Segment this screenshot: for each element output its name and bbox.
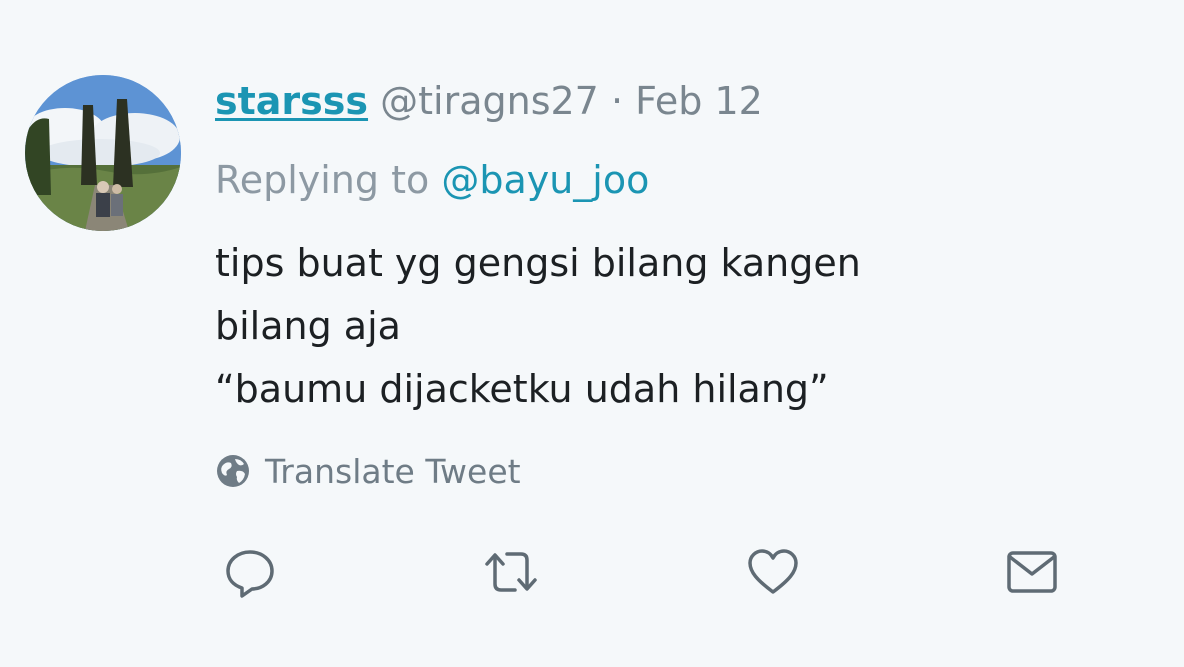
retweet-button[interactable] — [481, 542, 541, 602]
translate-label: Translate Tweet — [265, 451, 521, 491]
reply-to-handle[interactable]: @bayu_joo — [441, 158, 649, 202]
retweet-icon — [485, 552, 537, 592]
heart-icon — [748, 549, 798, 594]
translate-tweet-link[interactable]: Translate Tweet — [215, 447, 521, 495]
avatar-photo — [25, 75, 181, 231]
tweet-text: tips buat yg gengsi bilang kangen bilang… — [215, 232, 861, 421]
tweet-text-line: tips buat yg gengsi bilang kangen — [215, 241, 861, 285]
reply-icon — [226, 550, 274, 598]
tweet-header: starsss @tiragns27 · Feb 12 — [215, 76, 763, 126]
replying-to: Replying to @bayu_joo — [215, 155, 649, 205]
like-button[interactable] — [743, 542, 803, 602]
user-handle[interactable]: @tiragns27 — [380, 79, 599, 123]
reply-button[interactable] — [220, 542, 280, 602]
avatar[interactable] — [25, 75, 181, 231]
separator: · — [610, 79, 624, 123]
tweet-text-line: bilang aja — [215, 304, 401, 348]
envelope-icon — [1007, 551, 1057, 593]
direct-message-button[interactable] — [1002, 542, 1062, 602]
globe-icon — [217, 455, 249, 487]
tweet-card: starsss @tiragns27 · Feb 12 Replying to … — [0, 0, 1184, 667]
tweet-date[interactable]: Feb 12 — [635, 79, 763, 123]
replying-label: Replying to — [215, 158, 430, 202]
tweet-text-line: “baumu dijacketku udah hilang” — [215, 367, 829, 411]
display-name[interactable]: starsss — [215, 79, 368, 123]
